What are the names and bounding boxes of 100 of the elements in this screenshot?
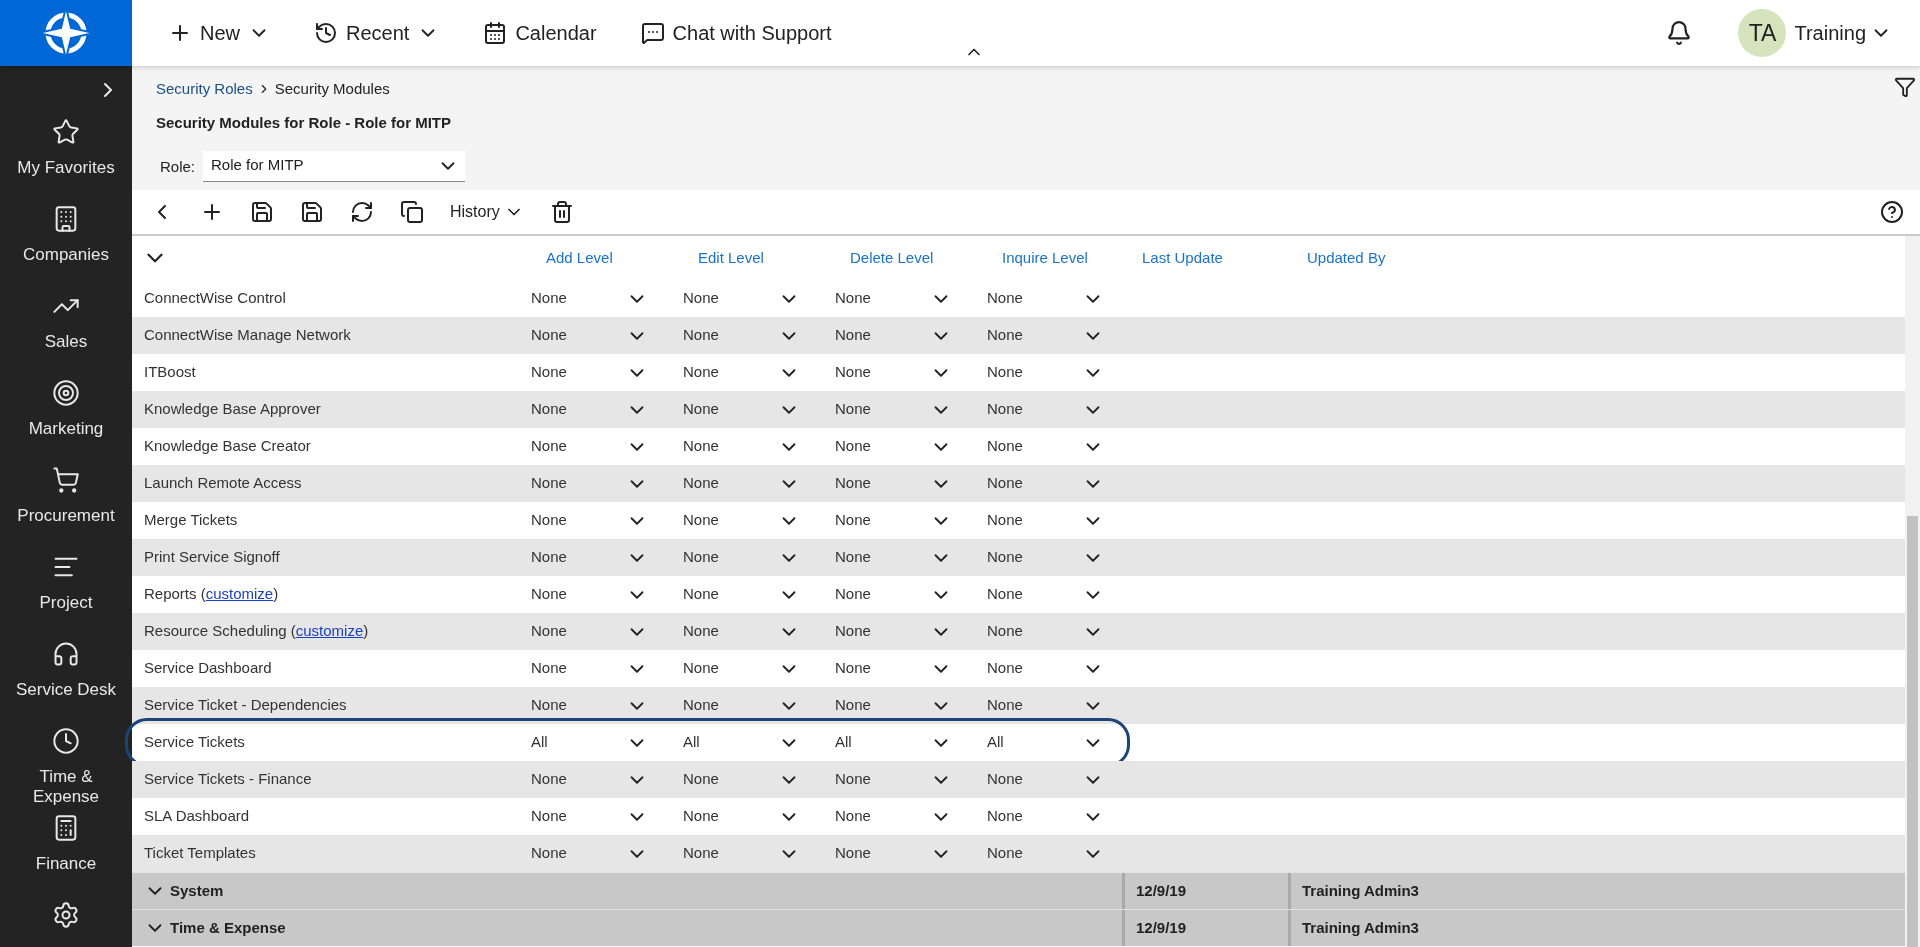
breadcrumb-link[interactable]: Security Roles	[156, 78, 253, 101]
level-dropdown[interactable]: None	[531, 361, 648, 384]
level-dropdown[interactable]: None	[683, 842, 800, 865]
level-dropdown[interactable]: None	[835, 324, 952, 347]
level-dropdown[interactable]: None	[835, 842, 952, 865]
copy-icon[interactable]	[400, 200, 424, 224]
level-dropdown[interactable]: None	[683, 546, 800, 569]
level-dropdown[interactable]: None	[683, 509, 800, 532]
help-icon[interactable]	[1880, 200, 1904, 224]
role-dropdown[interactable]: Role for MITP	[203, 150, 466, 182]
level-dropdown[interactable]: None	[987, 324, 1104, 347]
level-dropdown[interactable]: None	[531, 546, 648, 569]
notification-bell-icon[interactable]	[1666, 20, 1693, 46]
level-dropdown[interactable]: None	[987, 435, 1104, 458]
nav-menu-button[interactable]: Recent	[314, 18, 440, 48]
level-dropdown[interactable]: None	[987, 620, 1104, 643]
level-dropdown[interactable]: None	[987, 361, 1104, 384]
level-dropdown[interactable]: None	[683, 398, 800, 421]
level-dropdown[interactable]: None	[987, 805, 1104, 828]
level-dropdown[interactable]: None	[683, 694, 800, 717]
level-dropdown[interactable]: None	[683, 583, 800, 606]
level-dropdown[interactable]: None	[683, 657, 800, 680]
level-dropdown[interactable]: None	[531, 657, 648, 680]
level-dropdown[interactable]: None	[987, 546, 1104, 569]
level-dropdown[interactable]: None	[531, 694, 648, 717]
level-dropdown[interactable]: None	[531, 324, 648, 347]
level-dropdown[interactable]: None	[835, 657, 952, 680]
level-dropdown[interactable]: None	[531, 287, 648, 310]
column-header[interactable]: Inquire Level	[1002, 249, 1088, 266]
level-dropdown[interactable]: None	[531, 509, 648, 532]
refresh-icon[interactable]	[350, 200, 374, 224]
level-dropdown[interactable]: None	[835, 361, 952, 384]
sidebar-item[interactable]: Time & Expense	[0, 723, 132, 810]
column-header[interactable]: Delete Level	[850, 249, 934, 266]
level-dropdown[interactable]: None	[531, 805, 648, 828]
level-dropdown[interactable]: None	[987, 694, 1104, 717]
level-dropdown[interactable]: None	[835, 583, 952, 606]
level-dropdown[interactable]: None	[683, 361, 800, 384]
column-header[interactable]: Add Level	[546, 249, 613, 266]
nav-menu-button[interactable]: New	[168, 18, 270, 48]
level-dropdown[interactable]: All	[531, 731, 648, 754]
logo-tile[interactable]	[0, 0, 132, 66]
user-menu-button[interactable]: Training	[1794, 18, 1892, 48]
level-dropdown[interactable]: None	[835, 509, 952, 532]
save-icon[interactable]	[250, 200, 274, 224]
level-dropdown[interactable]: None	[531, 435, 648, 458]
column-header[interactable]: Edit Level	[698, 249, 764, 266]
column-header[interactable]: Updated By	[1307, 249, 1386, 266]
level-dropdown[interactable]: None	[987, 842, 1104, 865]
level-dropdown[interactable]: None	[531, 472, 648, 495]
history-menu-button[interactable]: History	[450, 200, 524, 224]
sidebar-item[interactable]: Project	[0, 549, 132, 636]
nav-menu-button[interactable]: Calendar	[483, 18, 597, 48]
level-dropdown[interactable]: None	[987, 657, 1104, 680]
column-header[interactable]: Last Update	[1142, 249, 1223, 266]
nav-menu-button[interactable]: Chat with Support	[640, 18, 832, 48]
level-dropdown[interactable]: None	[683, 287, 800, 310]
level-dropdown[interactable]: None	[835, 546, 952, 569]
level-dropdown[interactable]: None	[531, 620, 648, 643]
level-dropdown[interactable]: None	[987, 509, 1104, 532]
level-dropdown[interactable]: None	[987, 287, 1104, 310]
sidebar-item[interactable]: Service Desk	[0, 636, 132, 723]
level-dropdown[interactable]: None	[835, 694, 952, 717]
sidebar-item[interactable]: My Favorites	[0, 114, 132, 201]
module-name: Ticket Templates	[144, 844, 256, 862]
sidebar-item[interactable]: Sales	[0, 288, 132, 375]
level-dropdown[interactable]: None	[987, 472, 1104, 495]
level-dropdown[interactable]: None	[683, 324, 800, 347]
level-dropdown[interactable]: None	[531, 842, 648, 865]
delete-icon[interactable]	[549, 200, 574, 224]
sidebar-item[interactable]: Companies	[0, 201, 132, 288]
level-dropdown[interactable]: None	[683, 768, 800, 791]
level-dropdown[interactable]: None	[835, 472, 952, 495]
user-avatar[interactable]: TA	[1738, 9, 1787, 57]
level-dropdown[interactable]: None	[835, 805, 952, 828]
level-dropdown[interactable]: None	[531, 398, 648, 421]
level-dropdown[interactable]: None	[835, 398, 952, 421]
level-dropdown[interactable]: None	[683, 620, 800, 643]
level-dropdown[interactable]: None	[683, 472, 800, 495]
level-dropdown[interactable]: None	[835, 287, 952, 310]
sidebar-item[interactable]: Marketing	[0, 375, 132, 462]
level-dropdown[interactable]: None	[531, 583, 648, 606]
level-dropdown[interactable]: None	[531, 768, 648, 791]
scrollbar[interactable]	[1905, 236, 1920, 947]
filter-icon[interactable]	[1894, 76, 1916, 98]
level-dropdown[interactable]: All	[987, 731, 1104, 754]
level-dropdown[interactable]: None	[683, 805, 800, 828]
level-dropdown[interactable]: None	[987, 398, 1104, 421]
level-dropdown[interactable]: None	[987, 583, 1104, 606]
level-dropdown[interactable]: None	[683, 435, 800, 458]
sidebar-item[interactable]: Finance	[0, 810, 132, 897]
level-dropdown[interactable]: None	[835, 620, 952, 643]
level-dropdown[interactable]: None	[835, 768, 952, 791]
level-dropdown[interactable]: None	[835, 435, 952, 458]
settings-icon[interactable]	[52, 901, 80, 929]
level-dropdown[interactable]: All	[683, 731, 800, 754]
scrollbar-thumb[interactable]	[1907, 516, 1918, 947]
sidebar-item[interactable]: Procurement	[0, 462, 132, 549]
level-dropdown[interactable]: All	[835, 731, 952, 754]
level-dropdown[interactable]: None	[987, 768, 1104, 791]
